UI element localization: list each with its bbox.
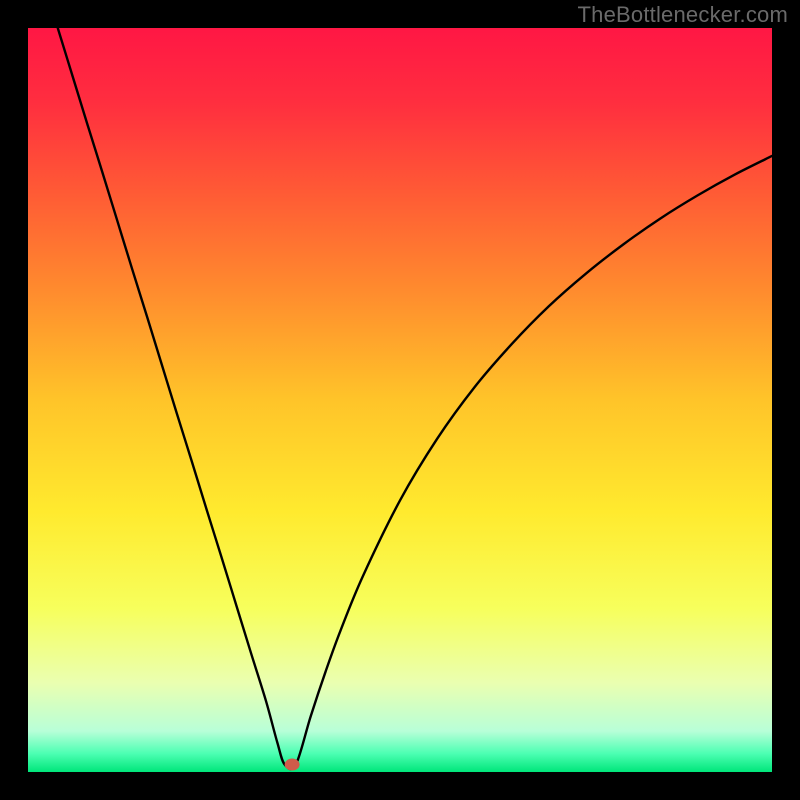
watermark-text: TheBottlenecker.com bbox=[578, 2, 788, 28]
gradient-background bbox=[28, 28, 772, 772]
plot-svg bbox=[28, 28, 772, 772]
plot-area bbox=[28, 28, 772, 772]
chart-container: TheBottlenecker.com bbox=[0, 0, 800, 800]
optimal-point-marker bbox=[285, 759, 300, 771]
